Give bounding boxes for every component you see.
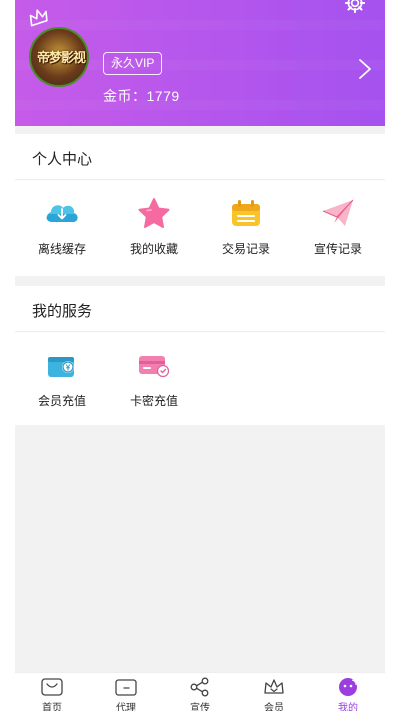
tab-agent[interactable]: 代理 [89,673,163,711]
promotion-records-button[interactable]: 宣传记录 [292,184,384,264]
coins-balance: 金币：1779 [103,86,180,106]
tab-home[interactable]: 首页 [15,673,89,711]
cloud-download-icon [46,205,78,222]
chevron-right-icon[interactable] [358,58,372,80]
transaction-records-button[interactable]: 交易记录 [200,184,292,264]
card-code-recharge-button[interactable]: 卡密充值 [108,336,200,416]
membership-recharge-button[interactable]: 会员充值 [16,336,108,416]
my-services-title: 我的服务 [32,303,93,320]
tab-member-label: 会员 [264,703,284,711]
paper-plane-icon [322,199,354,226]
transaction-records-label: 交易记录 [221,242,270,256]
tab-promote-label: 宣传 [190,703,210,711]
wallet-nav-icon [115,679,137,696]
divider [15,179,385,180]
bottom-nav: 首页 代理 宣传 会员 我的 [15,672,385,711]
home-icon [41,678,63,696]
profile-page: 帝梦影视 永久VIP 金币：1779 个人中心 离线缓存 我的收藏 交易记录 宣… [15,0,385,672]
coins-value: 1779 [146,88,180,104]
vip-badge: 永久VIP [103,52,163,75]
my-services-card: 我的服务 会员充值 卡密充值 [15,286,385,425]
settings-gear-icon[interactable] [345,0,365,13]
offline-cache-button[interactable]: 离线缓存 [16,184,108,264]
wallet-icon [48,357,74,377]
avatar-logo-text: 帝梦影视 [36,51,86,66]
profile-icon [339,678,357,696]
calendar-icon [232,200,260,226]
my-favorites-label: 我的收藏 [129,242,178,256]
profile-header: 帝梦影视 永久VIP 金币：1779 [15,0,385,126]
personal-center-title: 个人中心 [32,151,93,168]
tab-agent-label: 代理 [116,703,136,711]
tab-mine-label: 我的 [338,703,358,711]
header-stripe [15,100,385,110]
membership-recharge-label: 会员充值 [37,394,86,408]
personal-center-card: 个人中心 离线缓存 我的收藏 交易记录 宣传记录 [15,134,385,276]
share-icon [190,677,209,697]
coins-label: 金币： [103,88,147,104]
tab-promote[interactable]: 宣传 [163,673,237,711]
star-icon [138,198,170,228]
tab-member[interactable]: 会员 [237,673,311,711]
crown-icon [264,679,284,694]
divider [15,331,385,332]
offline-cache-label: 离线缓存 [37,242,86,256]
crown-icon [29,9,48,27]
avatar[interactable]: 帝梦影视 [29,27,89,87]
tab-mine[interactable]: 我的 [311,673,385,711]
card-code-recharge-label: 卡密充值 [129,394,178,408]
my-favorites-button[interactable]: 我的收藏 [108,184,200,264]
tab-home-label: 首页 [42,703,62,711]
card-icon [139,356,170,378]
promotion-records-label: 宣传记录 [313,242,362,256]
